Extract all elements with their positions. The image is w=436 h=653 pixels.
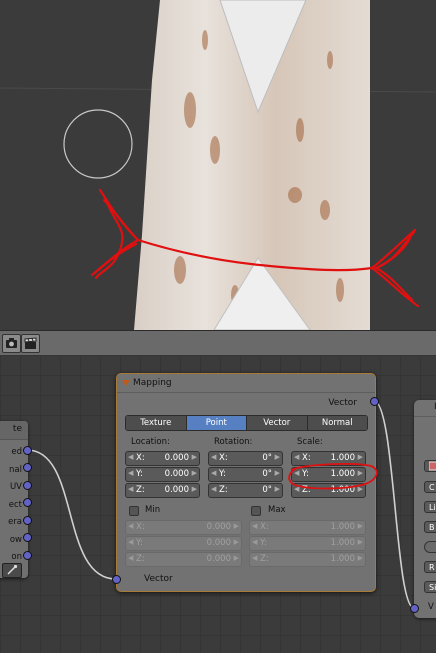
eyedropper-icon xyxy=(7,564,18,575)
color-dropdown[interactable]: C xyxy=(424,481,436,493)
tab-vector[interactable]: Vector xyxy=(247,416,308,430)
collapse-triangle-icon[interactable] xyxy=(122,380,130,386)
3d-viewport[interactable] xyxy=(0,0,436,330)
image-browse-button[interactable] xyxy=(424,460,436,472)
socket-output[interactable] xyxy=(23,498,32,507)
max-checkbox[interactable] xyxy=(251,506,261,516)
source-dropdown[interactable]: Si xyxy=(424,581,436,593)
output-label: ed xyxy=(11,447,22,457)
socket-generated-output[interactable] xyxy=(23,446,32,455)
rotation-x-field[interactable]: ◀ X: 0° ▶ xyxy=(208,451,283,466)
projection-dropdown[interactable]: B xyxy=(424,521,436,533)
extension-dropdown[interactable]: R xyxy=(424,561,436,573)
output-label: ow xyxy=(9,535,22,545)
brush-circle xyxy=(63,109,133,179)
socket-vector-output[interactable] xyxy=(370,397,379,406)
output-label: ect xyxy=(8,500,22,510)
tab-normal[interactable]: Normal xyxy=(307,416,367,430)
node-title: Mapping xyxy=(133,378,172,388)
location-z-field[interactable]: ◀ Z: 0.000 ▶ xyxy=(125,483,200,498)
eyedropper-button[interactable] xyxy=(2,563,22,578)
output-label: UV xyxy=(9,482,22,492)
max-x-field[interactable]: ◀ X: 1.000 ▶ xyxy=(249,520,366,535)
socket-output[interactable] xyxy=(23,481,32,490)
tab-texture[interactable]: Texture xyxy=(126,416,187,430)
link-generated-to-mapping xyxy=(26,449,117,580)
min-y-field[interactable]: ◀ Y: 0.000 ▶ xyxy=(125,536,242,551)
socket-output[interactable] xyxy=(23,516,32,525)
image-icon xyxy=(428,461,436,471)
socket-output[interactable] xyxy=(23,551,32,560)
max-y-field[interactable]: ◀ Y: 1.000 ▶ xyxy=(249,536,366,551)
vector-input-label: V xyxy=(428,602,434,612)
clapperboard-icon xyxy=(24,337,37,349)
scale-label: Scale: xyxy=(297,437,323,447)
socket-vector-input[interactable] xyxy=(112,575,121,584)
rotation-z-field[interactable]: ◀ Z: 0° ▶ xyxy=(208,483,283,498)
max-label: Max xyxy=(268,505,286,515)
output-label: era xyxy=(8,517,22,527)
node-editor-canvas[interactable]: te ed nal UV ect era ow on Mapping Vecto… xyxy=(0,355,436,653)
camera-icon xyxy=(6,338,17,348)
vector-output-label: Vector xyxy=(328,398,357,408)
node-editor-header xyxy=(0,330,436,356)
output-label: nal xyxy=(9,465,22,475)
socket-output[interactable] xyxy=(23,463,32,472)
node-header[interactable]: Mapping xyxy=(117,374,375,393)
min-label: Min xyxy=(145,505,161,515)
max-z-field[interactable]: ◀ Z: 1.000 ▶ xyxy=(249,552,366,567)
annotation-ellipse xyxy=(288,463,378,490)
output-label: on xyxy=(11,552,22,562)
socket-texture-vector-input[interactable] xyxy=(410,604,419,613)
render-view-button[interactable] xyxy=(2,334,21,353)
image-texture-node[interactable]: I C Li B R Si V xyxy=(414,400,436,618)
toggle-button[interactable] xyxy=(424,541,436,553)
location-x-field[interactable]: ◀ X: 0.000 ▶ xyxy=(125,451,200,466)
rotation-y-field[interactable]: ◀ Y: 0° ▶ xyxy=(208,467,283,482)
min-x-field[interactable]: ◀ X: 0.000 ▶ xyxy=(125,520,242,535)
location-label: Location: xyxy=(131,437,170,447)
mapping-type-tabs: Texture Point Vector Normal xyxy=(125,415,368,431)
node-header: te xyxy=(0,421,28,440)
rotation-label: Rotation: xyxy=(214,437,253,447)
min-checkbox[interactable] xyxy=(129,506,139,516)
node-title-fragment: te xyxy=(12,424,22,434)
location-y-field[interactable]: ◀ Y: 0.000 ▶ xyxy=(125,467,200,482)
node-header: I xyxy=(414,400,436,417)
interpolation-dropdown[interactable]: Li xyxy=(424,501,436,513)
vector-input-label: Vector xyxy=(144,574,173,584)
socket-output[interactable] xyxy=(23,533,32,542)
viewport-canvas xyxy=(0,0,436,330)
link-mapping-to-texture xyxy=(373,400,415,609)
min-z-field[interactable]: ◀ Z: 0.000 ▶ xyxy=(125,552,242,567)
mapping-node[interactable]: Mapping Vector Texture Point Vector Norm… xyxy=(116,373,378,592)
tab-point[interactable]: Point xyxy=(186,416,247,430)
clapper-button[interactable] xyxy=(21,334,40,353)
